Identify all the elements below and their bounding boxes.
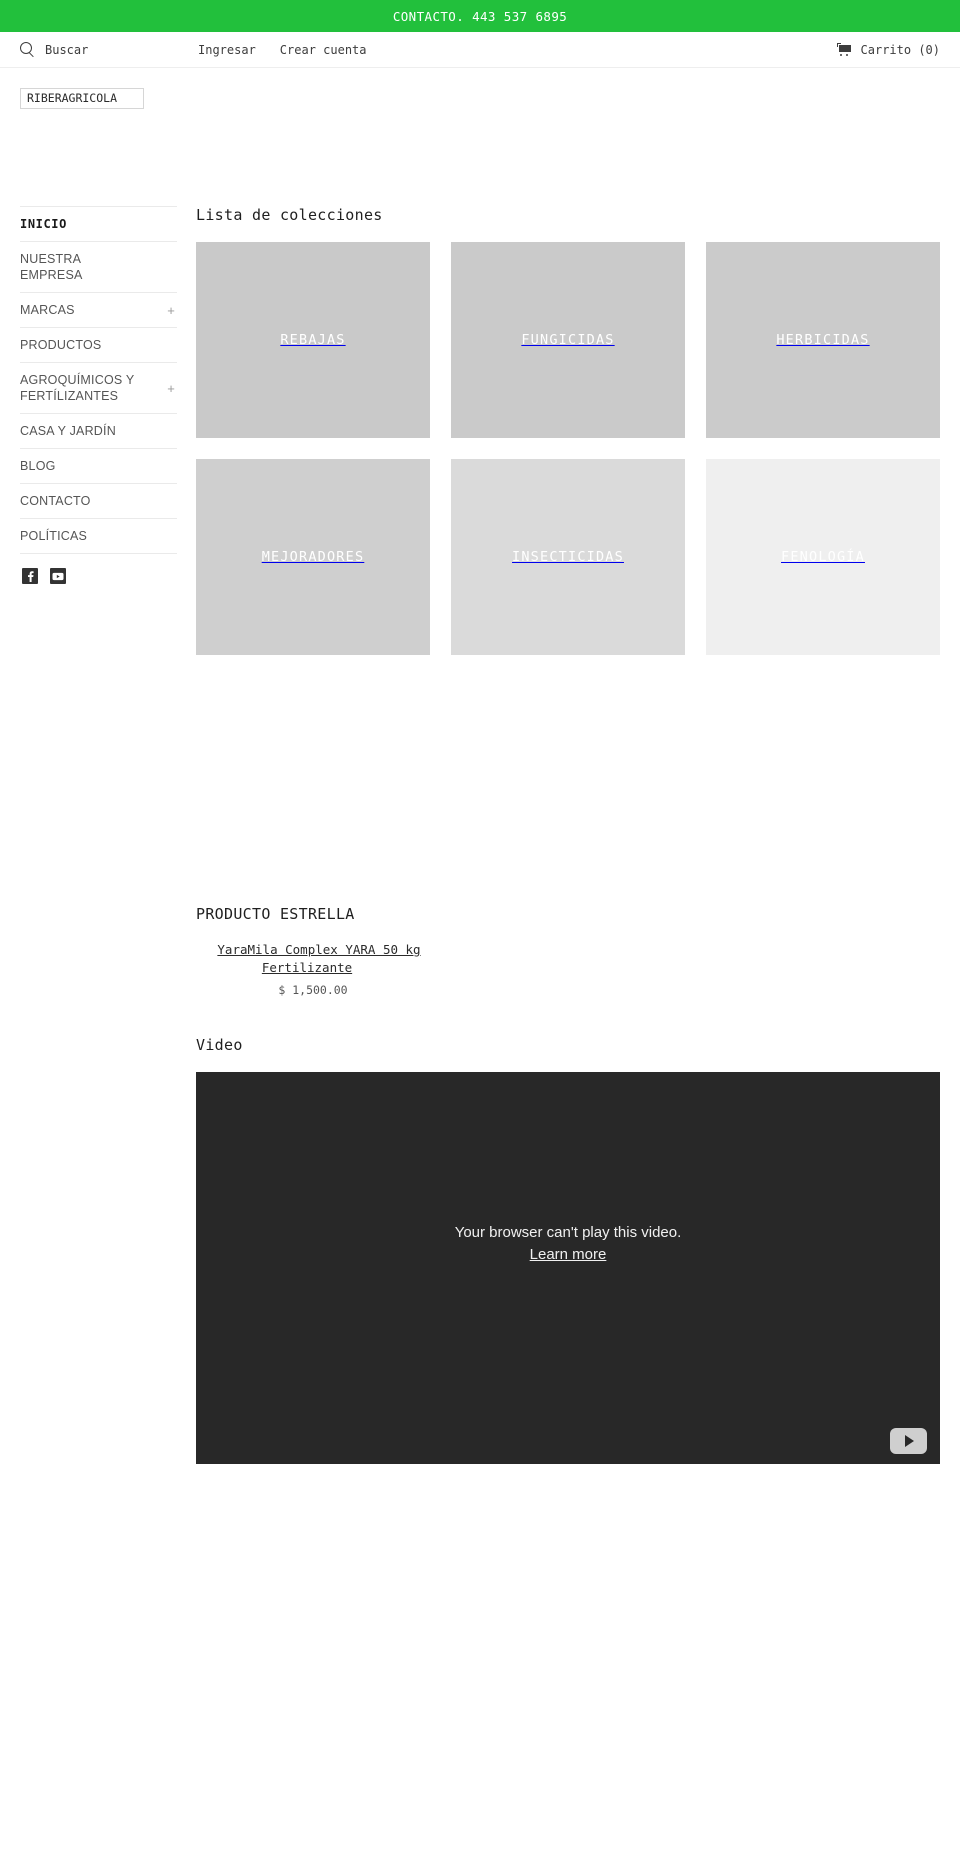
collection-tile-insecticidas[interactable]: INSECTICIDAS: [451, 459, 685, 655]
search-label[interactable]: Buscar: [45, 43, 88, 57]
sidebar-item-nuestra-empresa[interactable]: NUESTRA EMPRESA: [20, 242, 177, 293]
youtube-icon[interactable]: [50, 568, 66, 584]
collection-tile-label: INSECTICIDAS: [512, 549, 624, 565]
sidebar-item-label: PRODUCTOS: [20, 338, 102, 352]
collection-tile-rebajas[interactable]: REBAJAS: [196, 242, 430, 438]
video-error-message: Your browser can't play this video. Lear…: [196, 1222, 940, 1266]
video-section: Video Your browser can't play this video…: [196, 1036, 940, 1464]
sidebar-item-productos[interactable]: PRODUCTOS: [20, 328, 177, 363]
page-root: CONTACTO. 443 537 6895 Buscar Ingresar C…: [0, 0, 960, 1464]
video-title: Video: [196, 1036, 243, 1054]
sidebar-item-label: NUESTRA EMPRESA: [20, 252, 83, 282]
featured-title: PRODUCTO ESTRELLA: [196, 905, 355, 923]
collection-tile-fungicidas[interactable]: FUNGICIDAS: [451, 242, 685, 438]
collection-tile-label: FENOLOGÍA: [781, 549, 865, 565]
sidebar-item-inicio[interactable]: INICIO: [20, 207, 177, 242]
sidebar-nav: INICIO NUESTRA EMPRESA MARCAS + PRODUCTO…: [20, 206, 177, 554]
cart-link[interactable]: Carrito (0): [836, 43, 940, 57]
collection-tile-fenologia[interactable]: FENOLOGÍA: [706, 459, 940, 655]
sidebar: INICIO NUESTRA EMPRESA MARCAS + PRODUCTO…: [20, 198, 177, 584]
collection-tile-mejoradores[interactable]: MEJORADORES: [196, 459, 430, 655]
announcement-bar: CONTACTO. 443 537 6895: [0, 0, 960, 32]
sidebar-item-label: CASA Y JARDÍN: [20, 424, 116, 438]
sidebar-item-contacto[interactable]: CONTACTO: [20, 484, 177, 519]
youtube-play-icon[interactable]: [890, 1428, 927, 1454]
video-player[interactable]: Your browser can't play this video. Lear…: [196, 1072, 940, 1464]
sidebar-item-label: MARCAS: [20, 303, 75, 317]
facebook-icon[interactable]: [22, 568, 38, 584]
sidebar-item-label: CONTACTO: [20, 494, 91, 508]
video-error-text: Your browser can't play this video.: [454, 1224, 682, 1241]
featured-section: PRODUCTO ESTRELLA YaraMila Complex YARA …: [196, 905, 940, 997]
search-control[interactable]: Buscar: [20, 42, 180, 57]
expand-plus-icon[interactable]: +: [161, 304, 175, 317]
main-layout: INICIO NUESTRA EMPRESA MARCAS + PRODUCTO…: [0, 198, 960, 1464]
collections-title: Lista de colecciones: [196, 206, 383, 224]
collection-tile-herbicidas[interactable]: HERBICIDAS: [706, 242, 940, 438]
announcement-text: CONTACTO. 443 537 6895: [392, 8, 568, 24]
featured-grid: YaraMila Complex YARA 50 kg Fertilizante…: [196, 941, 940, 997]
create-account-link[interactable]: Crear cuenta: [280, 43, 367, 57]
cart-label[interactable]: Carrito (0): [861, 43, 940, 57]
search-icon[interactable]: [20, 42, 35, 57]
product-card: YaraMila Complex YARA 50 kg Fertilizante…: [196, 941, 430, 997]
sidebar-item-casa-y-jardin[interactable]: CASA Y JARDÍN: [20, 414, 177, 449]
sidebar-item-agroquimicos-y-fertilizantes[interactable]: AGROQUÍMICOS Y FERTÍLIZANTES +: [20, 363, 177, 414]
collections-grid: REBAJAS FUNGICIDAS HERBICIDAS MEJORADORE…: [196, 242, 940, 655]
account-links: Ingresar Crear cuenta: [198, 43, 367, 57]
product-price: $ 1,500.00: [278, 983, 348, 997]
cart-icon: [836, 43, 852, 56]
collection-tile-label: REBAJAS: [280, 332, 346, 348]
main-content: Lista de colecciones REBAJAS FUNGICIDAS …: [177, 198, 940, 1464]
learn-more-link[interactable]: Learn more: [530, 1246, 607, 1263]
logo-area: RIBERAGRICOLA: [0, 68, 960, 198]
collection-tile-label: HERBICIDAS: [776, 332, 870, 348]
sidebar-item-politicas[interactable]: POLÍTICAS: [20, 519, 177, 554]
site-logo[interactable]: RIBERAGRICOLA: [20, 88, 144, 109]
collection-tile-label: MEJORADORES: [261, 549, 365, 565]
sidebar-item-blog[interactable]: BLOG: [20, 449, 177, 484]
social-links: [20, 554, 177, 584]
collection-tile-label: FUNGICIDAS: [521, 332, 615, 348]
sidebar-item-label: INICIO: [20, 217, 67, 231]
product-title[interactable]: YaraMila Complex YARA 50 kg Fertilizante: [217, 942, 420, 975]
login-link[interactable]: Ingresar: [198, 43, 256, 57]
sidebar-item-label: BLOG: [20, 459, 56, 473]
sidebar-item-marcas[interactable]: MARCAS +: [20, 293, 177, 328]
expand-plus-icon[interactable]: +: [161, 382, 175, 395]
utility-header: Buscar Ingresar Crear cuenta Carrito (0): [0, 32, 960, 68]
sidebar-item-label: AGROQUÍMICOS Y FERTÍLIZANTES: [20, 373, 135, 403]
sidebar-item-label: POLÍTICAS: [20, 529, 88, 543]
